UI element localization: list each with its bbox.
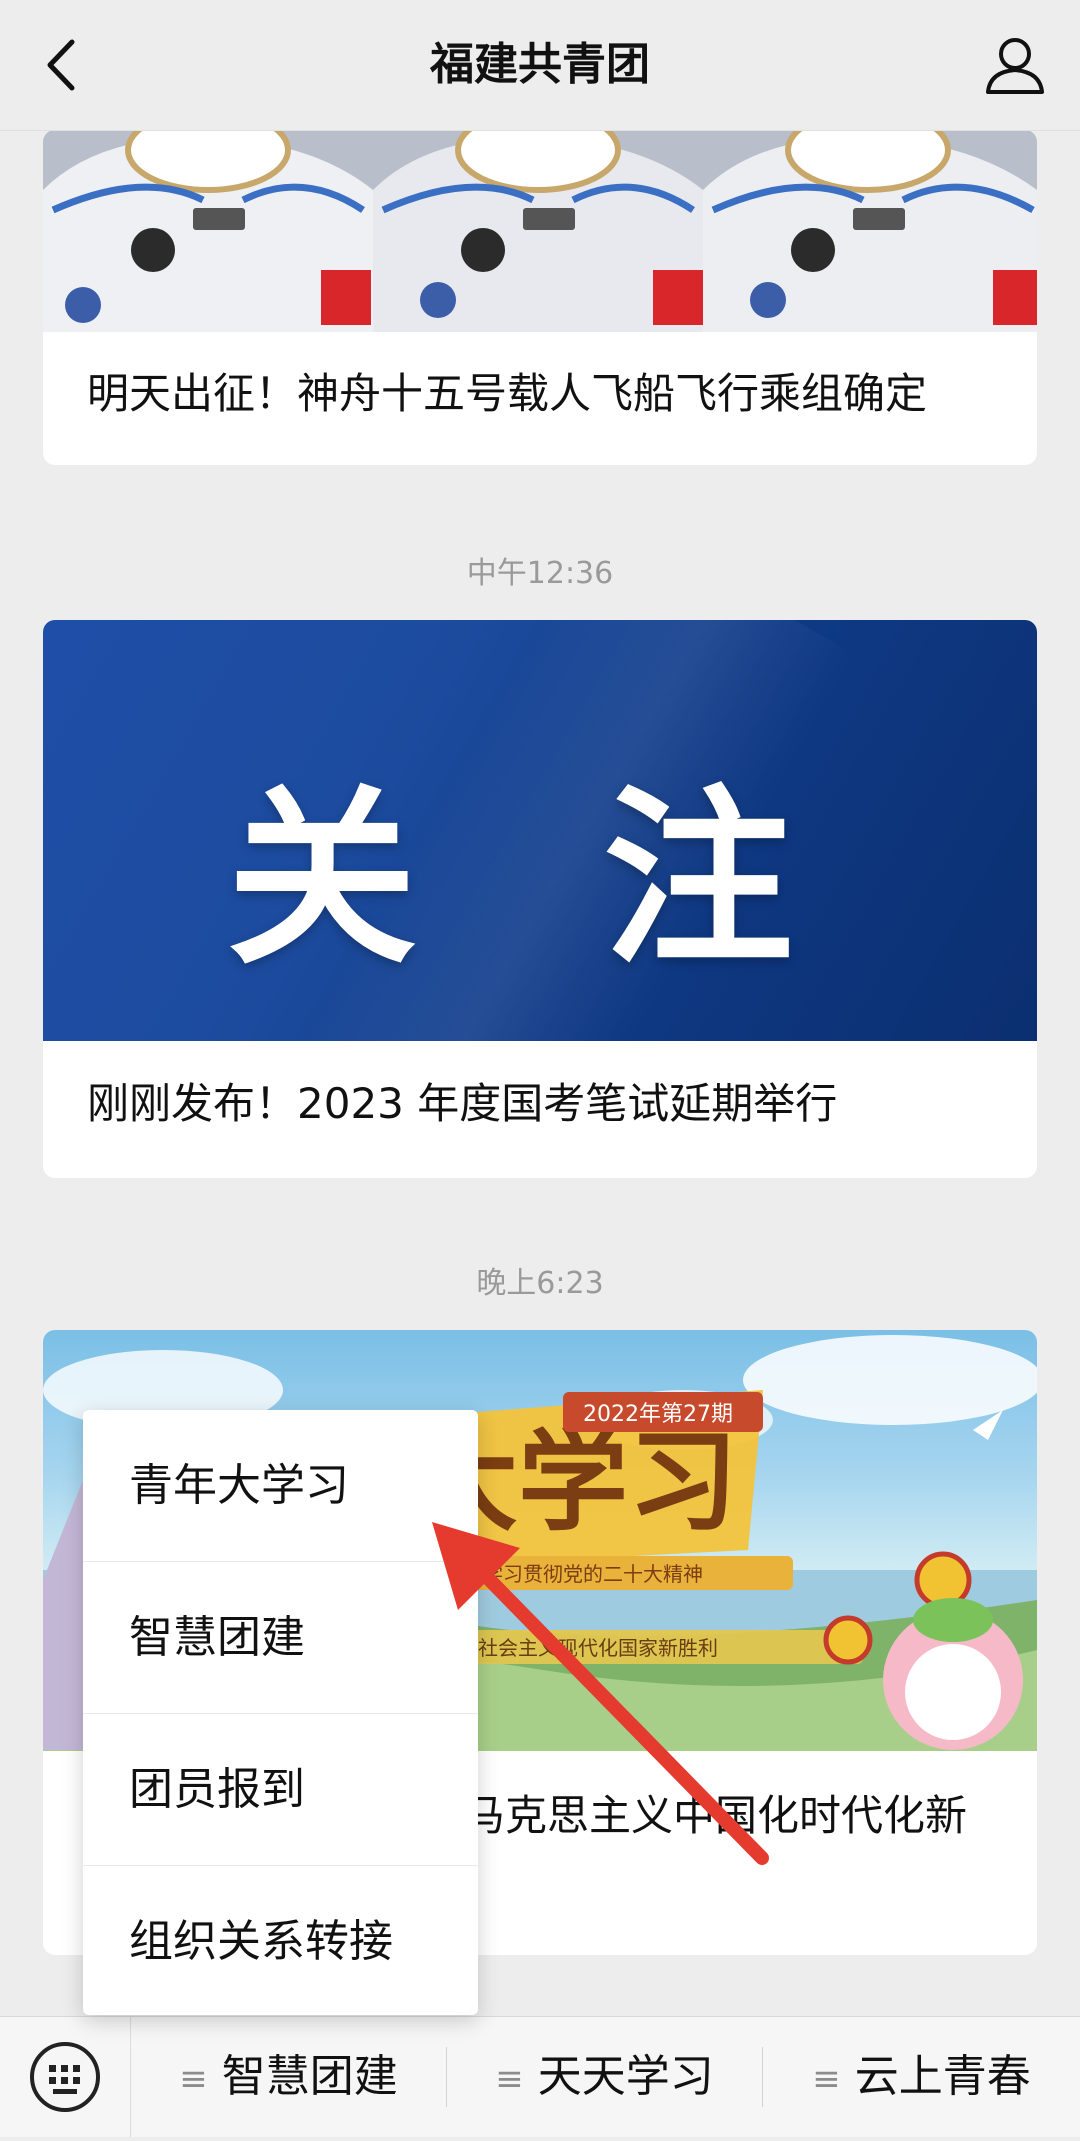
top-bar: 福建共青团 — [0, 0, 1080, 131]
article-title: 马克思主义中国化时代化新 — [463, 1791, 968, 1840]
menu-item-member-report[interactable]: 团员报到 — [83, 1714, 478, 1866]
bottom-tab-cloud-youth[interactable]: ≡ 云上青春 — [763, 2017, 1080, 2137]
article-card[interactable]: 关 注 刚刚发布！2023 年度国考笔试延期举行 — [43, 620, 1037, 1178]
svg-text:学习贯彻党的二十大精神: 学习贯彻党的二十大精神 — [483, 1562, 703, 1586]
menu-lines-icon: ≡ — [495, 2059, 524, 2099]
article-image — [43, 130, 1037, 332]
timestamp: 中午12:36 — [466, 556, 614, 591]
bottom-tab-smart-league[interactable]: ≡ 智慧团建 — [131, 2017, 446, 2137]
menu-item-smart-league[interactable]: 智慧团建 — [83, 1562, 478, 1714]
article-image: 关 注 — [43, 620, 1037, 1041]
menu-lines-icon: ≡ — [179, 2059, 208, 2099]
timestamp: 晚上6:23 — [476, 1266, 604, 1301]
article-card[interactable]: 明天出征！神舟十五号载人飞船飞行乘组确定 — [43, 130, 1037, 465]
bottom-menu-bar: ≡ 智慧团建 ≡ 天天学习 ≡ 云上青春 — [0, 2016, 1080, 2137]
menu-lines-icon: ≡ — [812, 2059, 841, 2099]
menu-item-relation-transfer[interactable]: 组织关系转接 — [83, 1866, 478, 2017]
popup-menu: 青年大学习 智慧团建 团员报到 组织关系转接 — [83, 1410, 478, 2015]
svg-text:建设社会主义现代化国家新胜利: 建设社会主义现代化国家新胜利 — [438, 1636, 718, 1660]
page-title: 福建共青团 — [430, 39, 650, 90]
bottom-tab-daily-study[interactable]: ≡ 天天学习 — [447, 2017, 762, 2137]
user-icon — [986, 38, 1044, 94]
svg-text:2022年第27期: 2022年第27期 — [583, 1402, 733, 1427]
banner-headline: 关 注 — [226, 767, 854, 990]
keyboard-toggle-button[interactable] — [0, 2017, 131, 2137]
profile-button[interactable] — [980, 30, 1050, 100]
article-title: 刚刚发布！2023 年度国考笔试延期举行 — [87, 1079, 838, 1128]
menu-item-youth-study[interactable]: 青年大学习 — [83, 1410, 478, 1562]
keyboard-icon — [30, 2042, 100, 2112]
article-title: 明天出征！神舟十五号载人飞船飞行乘组确定 — [87, 369, 928, 418]
astronauts-image — [43, 130, 1037, 332]
